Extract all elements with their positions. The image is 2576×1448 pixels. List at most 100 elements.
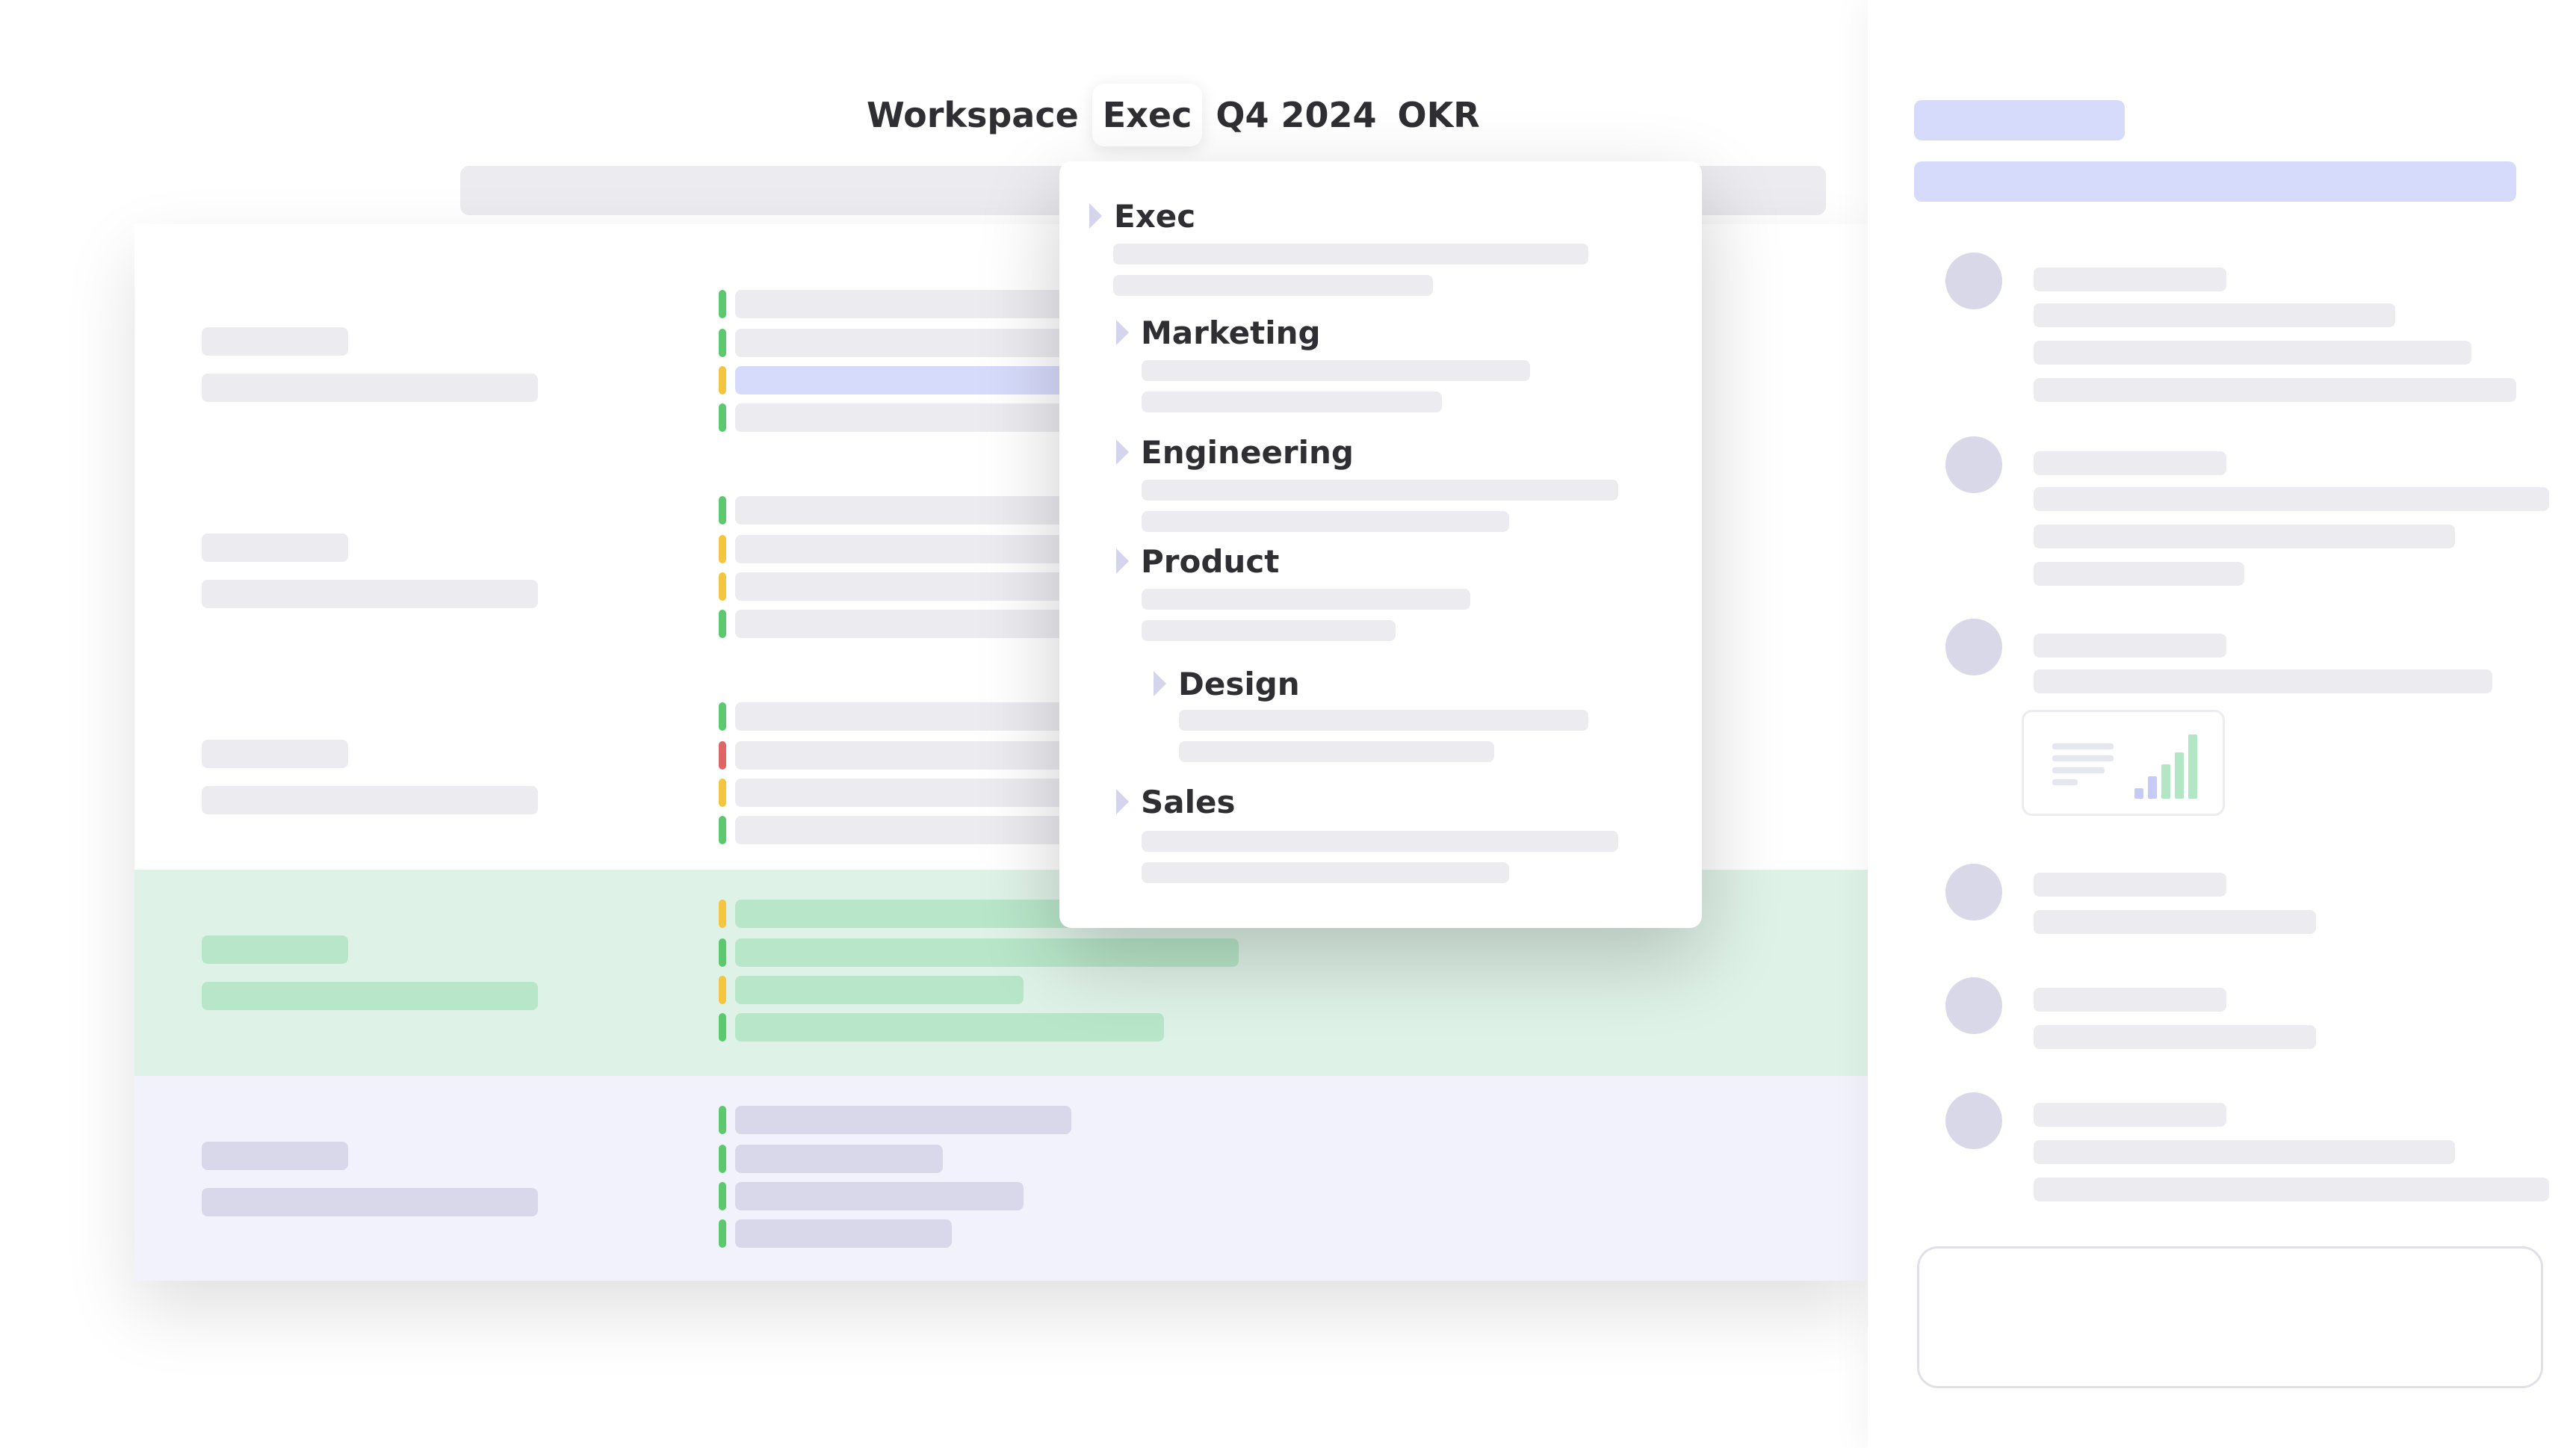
feed-item-placeholder: [2034, 378, 2516, 402]
key-result-placeholder[interactable]: [735, 938, 1239, 967]
tree-item-label: Sales: [1141, 783, 1236, 820]
feed-item-placeholder: [2034, 487, 2549, 511]
key-result-placeholder[interactable]: [735, 535, 1079, 563]
feed-item-placeholder: [2034, 267, 2226, 291]
tree-item-placeholder: [1142, 589, 1470, 610]
tree-item-placeholder: [1113, 244, 1588, 264]
tree-item-exec[interactable]: Exec: [1089, 197, 1195, 235]
feed-item-placeholder: [2034, 341, 2471, 365]
caret-right-icon[interactable]: [1116, 548, 1129, 574]
status-indicator: [719, 741, 726, 770]
status-indicator: [719, 290, 726, 318]
panel-subtitle-placeholder: [1914, 161, 2516, 202]
avatar-icon[interactable]: [1945, 864, 2002, 921]
tree-item-placeholder: [1142, 360, 1530, 381]
status-indicator: [719, 535, 726, 563]
key-result-placeholder[interactable]: [735, 329, 1079, 357]
tree-item-placeholder: [1142, 511, 1509, 532]
tree-item-engineering[interactable]: Engineering: [1116, 433, 1354, 471]
status-indicator: [719, 1106, 726, 1134]
key-result-placeholder[interactable]: [735, 1182, 1024, 1210]
avatar-icon[interactable]: [1945, 977, 2002, 1034]
objective-owner-placeholder: [202, 580, 538, 608]
objective-title-placeholder: [202, 740, 348, 768]
caret-right-icon[interactable]: [1089, 203, 1102, 229]
key-result-placeholder[interactable]: [735, 572, 1079, 601]
caret-right-icon[interactable]: [1116, 789, 1129, 814]
key-result-placeholder[interactable]: [735, 741, 1079, 770]
feed-item-placeholder: [2034, 1140, 2455, 1164]
breadcrumb: Workspace Exec Q4 2024 OKR: [856, 84, 1490, 146]
tree-item-label: Design: [1178, 665, 1300, 702]
status-indicator: [719, 900, 726, 928]
tree-item-placeholder: [1142, 480, 1618, 501]
avatar-icon[interactable]: [1945, 1092, 2002, 1149]
tree-item-marketing[interactable]: Marketing: [1116, 314, 1321, 351]
key-result-placeholder[interactable]: [735, 1013, 1164, 1042]
key-result-placeholder[interactable]: [735, 496, 1079, 525]
key-result-placeholder[interactable]: [735, 779, 1079, 807]
key-result-placeholder[interactable]: [735, 403, 1079, 432]
caret-right-icon[interactable]: [1154, 671, 1166, 696]
tree-item-label: Marketing: [1141, 314, 1321, 351]
feed-item-placeholder: [2034, 669, 2492, 693]
avatar-icon[interactable]: [1945, 436, 2002, 493]
tree-item-product[interactable]: Product: [1116, 542, 1279, 580]
key-result-placeholder-selected[interactable]: [735, 366, 1079, 395]
feed-item-placeholder: [2034, 303, 2395, 327]
tree-item-label: Engineering: [1141, 433, 1354, 471]
key-result-placeholder[interactable]: [735, 702, 1079, 731]
tree-item-sales[interactable]: Sales: [1116, 783, 1235, 820]
objective-owner-placeholder: [202, 786, 538, 814]
status-indicator: [719, 779, 726, 807]
tree-item-placeholder: [1142, 392, 1442, 412]
status-indicator: [719, 496, 726, 525]
tree-item-label: Product: [1141, 542, 1280, 580]
key-result-placeholder[interactable]: [735, 816, 1079, 844]
breadcrumb-q4-2024[interactable]: Q4 2024: [1205, 84, 1387, 146]
caret-right-icon[interactable]: [1116, 320, 1129, 345]
key-result-placeholder[interactable]: [735, 976, 1024, 1004]
tree-item-placeholder: [1142, 862, 1509, 883]
breadcrumb-exec[interactable]: Exec: [1092, 84, 1203, 146]
status-indicator: [719, 329, 726, 357]
objective-owner-placeholder: [202, 1188, 538, 1216]
feed-item-placeholder: [2034, 562, 2244, 586]
status-indicator: [719, 403, 726, 432]
status-indicator: [719, 1145, 726, 1173]
avatar-icon[interactable]: [1945, 619, 2002, 675]
feed-item-placeholder: [2034, 451, 2226, 475]
breadcrumb-okr[interactable]: OKR: [1387, 84, 1490, 146]
tree-item-placeholder: [1113, 275, 1433, 296]
avatar-icon[interactable]: [1945, 253, 2002, 309]
status-indicator: [719, 366, 726, 395]
tree-item-placeholder: [1142, 620, 1396, 641]
tree-item-placeholder: [1179, 710, 1588, 731]
comment-input[interactable]: [1917, 1246, 2543, 1388]
key-result-placeholder[interactable]: [735, 290, 1079, 318]
objective-title-placeholder: [202, 935, 348, 964]
status-indicator: [719, 976, 726, 1004]
status-indicator: [719, 572, 726, 601]
status-indicator: [719, 1219, 726, 1248]
tree-item-design[interactable]: Design: [1154, 665, 1300, 702]
key-result-placeholder[interactable]: [735, 1219, 952, 1248]
feed-item-placeholder: [2034, 1178, 2549, 1201]
key-result-placeholder[interactable]: [735, 900, 1079, 928]
feed-item-placeholder: [2034, 988, 2226, 1012]
tree-item-placeholder: [1179, 741, 1494, 762]
status-indicator: [719, 1182, 726, 1210]
key-result-placeholder[interactable]: [735, 1145, 943, 1173]
activity-side-panel: [1868, 0, 2576, 1448]
key-result-placeholder[interactable]: [735, 1106, 1071, 1134]
feed-item-placeholder: [2034, 634, 2226, 658]
caret-right-icon[interactable]: [1116, 439, 1129, 465]
workspace-tree-dropdown: Exec Marketing Engineering Product Desig…: [1059, 161, 1702, 928]
tree-item-placeholder: [1142, 831, 1618, 852]
status-indicator: [719, 816, 726, 844]
key-result-placeholder[interactable]: [735, 610, 1079, 638]
status-indicator: [719, 610, 726, 638]
panel-title-placeholder: [1914, 100, 2125, 140]
chart-attachment-card[interactable]: [2022, 710, 2225, 816]
breadcrumb-workspace[interactable]: Workspace: [856, 84, 1089, 146]
